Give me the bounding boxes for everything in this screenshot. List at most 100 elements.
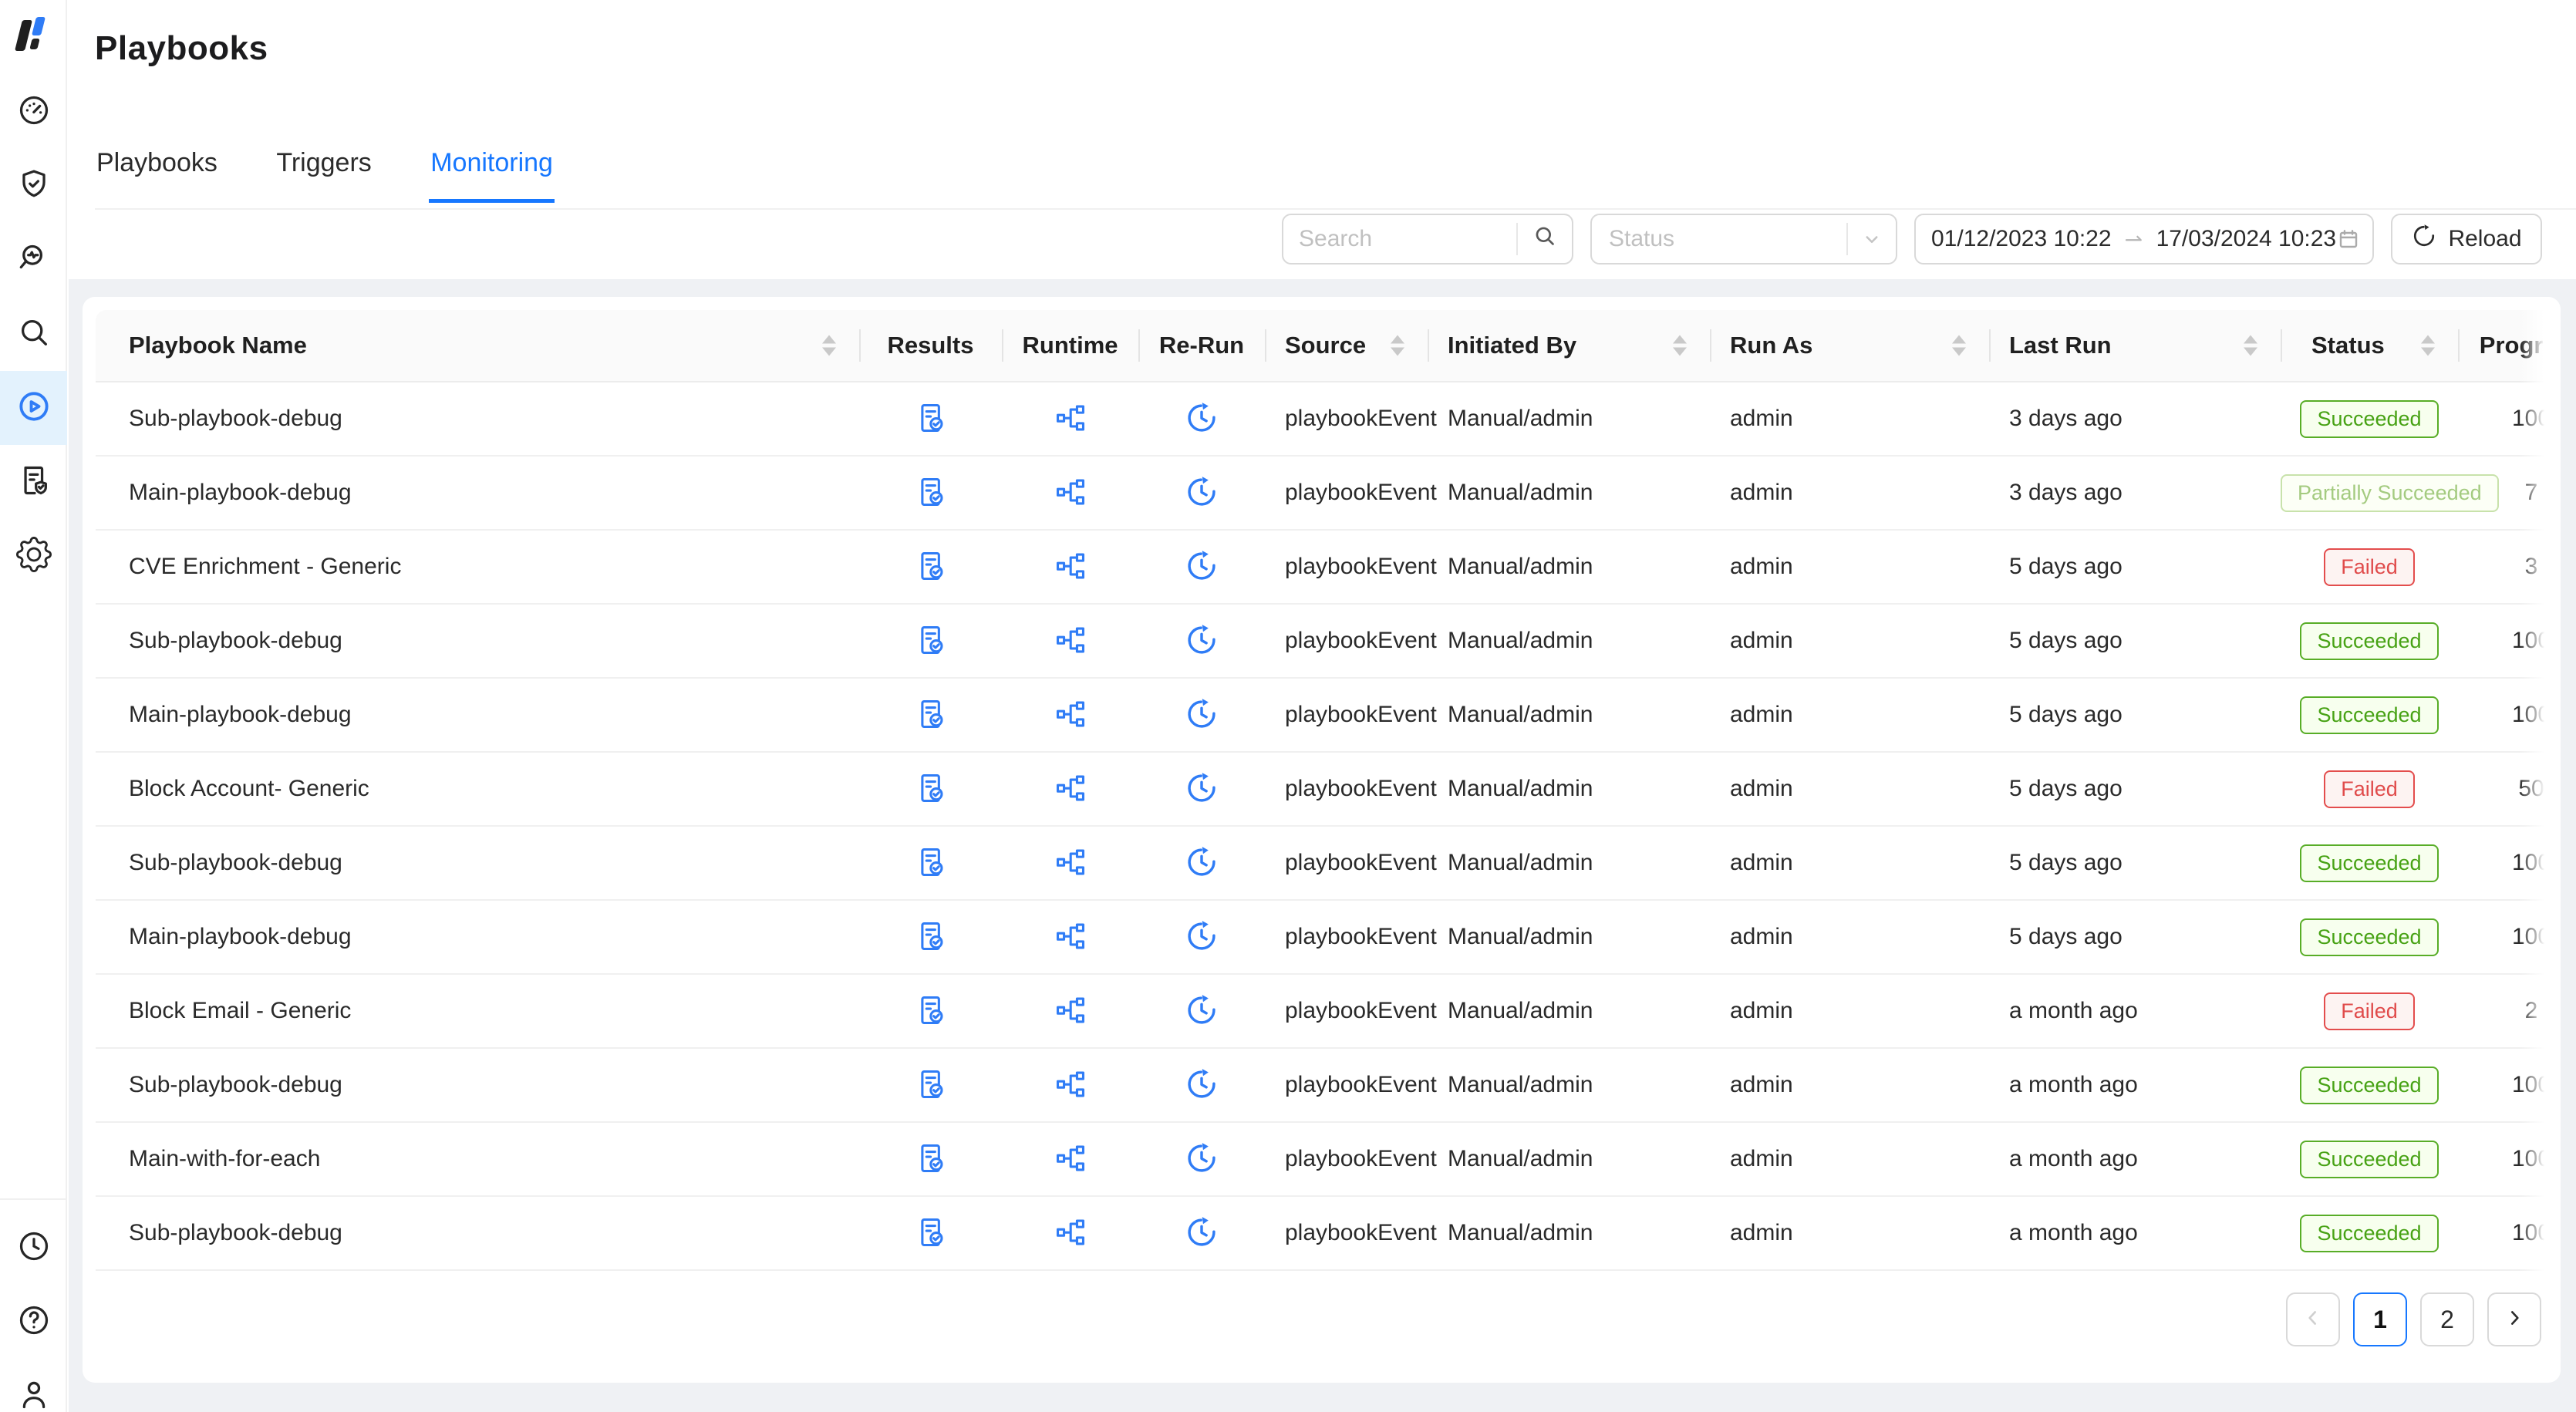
rerun-button[interactable] bbox=[1184, 844, 1219, 882]
pagination-next-button[interactable] bbox=[2487, 1292, 2541, 1346]
logo-bar-dark-small bbox=[29, 39, 39, 49]
workflow-icon bbox=[1053, 992, 1088, 1030]
rerun-button[interactable] bbox=[1184, 400, 1219, 438]
results-button[interactable] bbox=[913, 992, 949, 1030]
sidebar-item-history[interactable] bbox=[0, 1211, 67, 1285]
runtime-button[interactable] bbox=[1053, 1215, 1088, 1252]
playbook-name: Sub-playbook-debug bbox=[129, 406, 342, 431]
tab-monitoring[interactable]: Monitoring bbox=[429, 128, 555, 201]
table-row[interactable]: Sub-playbook-debug bbox=[96, 382, 2549, 457]
sidebar-item-dashboard[interactable] bbox=[0, 75, 67, 149]
column-header-playbook-name[interactable]: Playbook Name bbox=[96, 310, 859, 382]
calendar-icon bbox=[2336, 227, 2361, 251]
tab-triggers[interactable]: Triggers bbox=[275, 128, 373, 201]
runtime-button[interactable] bbox=[1053, 622, 1088, 660]
results-button[interactable] bbox=[913, 1141, 949, 1178]
table-row[interactable]: Block Account- Generic bbox=[96, 753, 2549, 827]
rerun-button[interactable] bbox=[1184, 474, 1219, 512]
column-header-status[interactable]: Status bbox=[2281, 310, 2458, 382]
rerun-button[interactable] bbox=[1184, 696, 1219, 734]
table-row[interactable]: Main-playbook-debug bbox=[96, 457, 2549, 531]
rerun-button[interactable] bbox=[1184, 548, 1219, 586]
table-row[interactable]: Sub-playbook-debug bbox=[96, 1049, 2549, 1123]
search-input[interactable] bbox=[1283, 226, 1516, 252]
playbook-name: Block Account- Generic bbox=[129, 776, 369, 801]
pagination-page-2[interactable]: 2 bbox=[2420, 1292, 2474, 1346]
rerun-button[interactable] bbox=[1184, 1067, 1219, 1104]
reload-icon bbox=[2411, 223, 2437, 255]
progress-value: 100 bbox=[2512, 406, 2549, 431]
rerun-button[interactable] bbox=[1184, 918, 1219, 956]
sidebar-item-reports[interactable] bbox=[0, 445, 67, 519]
gear-icon bbox=[16, 537, 52, 576]
table-row[interactable]: Sub-playbook-debug bbox=[96, 827, 2549, 901]
sidebar-item-user[interactable] bbox=[0, 1359, 67, 1412]
runtime-button[interactable] bbox=[1053, 992, 1088, 1030]
runtime-button[interactable] bbox=[1053, 696, 1088, 734]
column-header-last-run[interactable]: Last Run bbox=[1989, 310, 2281, 382]
column-label: Initiated By bbox=[1448, 332, 1576, 359]
column-header-initiated-by[interactable]: Initiated By bbox=[1428, 310, 1710, 382]
app-logo[interactable] bbox=[14, 15, 52, 56]
results-button[interactable] bbox=[913, 622, 949, 660]
rerun-button[interactable] bbox=[1184, 1141, 1219, 1178]
runtime-button[interactable] bbox=[1053, 1067, 1088, 1104]
runtime-button[interactable] bbox=[1053, 918, 1088, 956]
playbook-name: Main-playbook-debug bbox=[129, 702, 352, 727]
sidebar-item-settings[interactable] bbox=[0, 519, 67, 593]
table-row[interactable]: Sub-playbook-debug bbox=[96, 1197, 2549, 1271]
sidebar-item-search[interactable] bbox=[0, 297, 67, 371]
sidebar-item-playbooks[interactable] bbox=[0, 371, 67, 445]
table-row[interactable]: CVE Enrichment - Generic bbox=[96, 531, 2549, 605]
results-button[interactable] bbox=[913, 696, 949, 734]
results-button[interactable] bbox=[913, 400, 949, 438]
table-row[interactable]: Main-with-for-each bbox=[96, 1123, 2549, 1197]
results-button[interactable] bbox=[913, 1215, 949, 1252]
rerun-button[interactable] bbox=[1184, 622, 1219, 660]
results-button[interactable] bbox=[913, 474, 949, 512]
results-button[interactable] bbox=[913, 548, 949, 586]
last-run-value: 5 days ago bbox=[2009, 702, 2123, 727]
runtime-button[interactable] bbox=[1053, 400, 1088, 438]
column-header-source[interactable]: Source bbox=[1265, 310, 1428, 382]
runtime-button[interactable] bbox=[1053, 1141, 1088, 1178]
table-header-row: Playbook Name Results Runtime Re-Run bbox=[96, 310, 2549, 382]
pagination-prev-button[interactable] bbox=[2286, 1292, 2340, 1346]
run-as-value: admin bbox=[1730, 554, 1793, 579]
table-row[interactable]: Main-playbook-debug bbox=[96, 901, 2549, 975]
sidebar-item-threat-hunting[interactable] bbox=[0, 223, 67, 297]
status-filter-select[interactable]: Status bbox=[1590, 214, 1897, 265]
play-circle-icon bbox=[16, 389, 52, 428]
results-button[interactable] bbox=[913, 844, 949, 882]
run-as-value: admin bbox=[1730, 702, 1793, 727]
column-header-run-as[interactable]: Run As bbox=[1710, 310, 1989, 382]
table-row[interactable]: Block Email - Generic bbox=[96, 975, 2549, 1049]
search-button[interactable] bbox=[1516, 223, 1572, 255]
playbook-name: Main-playbook-debug bbox=[129, 924, 352, 949]
table-scroll-container[interactable]: Playbook Name Results Runtime Re-Run bbox=[96, 310, 2549, 1271]
pagination: 1 2 bbox=[96, 1292, 2547, 1346]
source-value: playbookEvent bbox=[1285, 998, 1437, 1023]
runtime-button[interactable] bbox=[1053, 844, 1088, 882]
rerun-button[interactable] bbox=[1184, 770, 1219, 808]
rerun-button[interactable] bbox=[1184, 1215, 1219, 1252]
workflow-icon bbox=[1053, 1067, 1088, 1104]
runtime-button[interactable] bbox=[1053, 548, 1088, 586]
chevron-down-icon bbox=[1846, 223, 1896, 255]
tab-playbooks[interactable]: Playbooks bbox=[95, 128, 219, 201]
rerun-button[interactable] bbox=[1184, 992, 1219, 1030]
workflow-icon bbox=[1053, 918, 1088, 956]
runtime-button[interactable] bbox=[1053, 770, 1088, 808]
sidebar-item-help[interactable] bbox=[0, 1285, 67, 1359]
reload-button[interactable]: Reload bbox=[2391, 214, 2542, 265]
results-button[interactable] bbox=[913, 1067, 949, 1104]
date-range-picker[interactable]: 01/12/2023 10:22 17/03/2024 10:23 bbox=[1914, 214, 2374, 265]
results-button[interactable] bbox=[913, 770, 949, 808]
table-row[interactable]: Sub-playbook-debug bbox=[96, 605, 2549, 679]
runtime-button[interactable] bbox=[1053, 474, 1088, 512]
date-from: 01/12/2023 10:22 bbox=[1931, 226, 2112, 252]
pagination-page-1[interactable]: 1 bbox=[2353, 1292, 2407, 1346]
sidebar-item-security[interactable] bbox=[0, 149, 67, 223]
results-button[interactable] bbox=[913, 918, 949, 956]
table-row[interactable]: Main-playbook-debug bbox=[96, 679, 2549, 753]
